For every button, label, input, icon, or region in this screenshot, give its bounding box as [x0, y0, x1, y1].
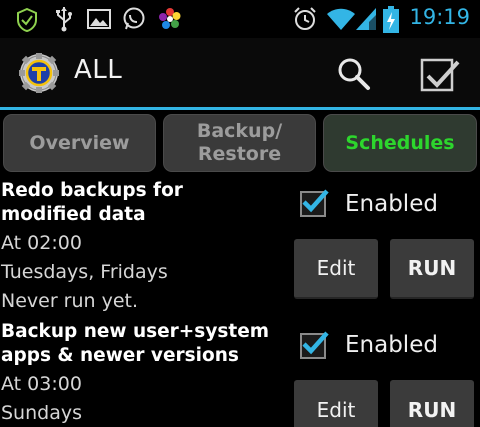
titanium-backup-logo[interactable] [19, 53, 59, 97]
schedule-last-run: Never run yet. [1, 290, 139, 312]
schedule-title[interactable]: Backup new user+system apps & newer vers… [1, 320, 276, 368]
run-button-label: RUN [407, 398, 457, 422]
enabled-checkbox[interactable] [300, 331, 329, 359]
battery-charging-icon [383, 6, 399, 38]
tab-label: Overview [29, 131, 130, 154]
schedule-time: At 02:00 [1, 232, 82, 254]
edit-button[interactable]: Edit [294, 380, 378, 427]
run-button-label: RUN [407, 256, 457, 280]
checkmark-icon [302, 331, 329, 355]
run-button[interactable]: RUN [390, 239, 474, 299]
schedule-title[interactable]: Redo backups for modified data [1, 179, 276, 227]
flower-app-icon [158, 7, 182, 35]
whatsapp-icon [122, 7, 146, 35]
tab-backup-restore[interactable]: Backup/ Restore [163, 114, 316, 172]
edit-button[interactable]: Edit [294, 239, 378, 299]
status-bar: 19:19 [0, 0, 480, 38]
usb-icon [55, 6, 73, 36]
enabled-label[interactable]: Enabled [345, 191, 438, 217]
enabled-label[interactable]: Enabled [345, 332, 438, 358]
enabled-checkbox[interactable] [300, 189, 329, 217]
alarm-icon [292, 6, 318, 36]
tab-label: Backup/ Restore [196, 120, 283, 165]
edit-button-label: Edit [316, 256, 356, 280]
action-bar-divider [0, 107, 480, 110]
batch-check-icon[interactable] [420, 56, 460, 98]
action-bar: ALL [0, 38, 480, 107]
edit-button-label: Edit [316, 398, 356, 422]
picture-icon [87, 9, 111, 33]
tab-label: Schedules [345, 131, 455, 154]
tab-overview[interactable]: Overview [3, 114, 156, 172]
search-icon[interactable] [336, 56, 372, 96]
checkmark-icon [302, 189, 329, 213]
wifi-icon [326, 7, 356, 35]
shield-icon [16, 7, 38, 36]
signal-icon [355, 7, 377, 35]
schedule-days: Tuesdays, Fridays [1, 261, 168, 283]
schedule-days: Sundays [1, 402, 82, 424]
app-title[interactable]: ALL [74, 55, 122, 85]
schedule-time: At 03:00 [1, 373, 82, 395]
run-button[interactable]: RUN [390, 380, 474, 427]
clock-time: 19:19 [409, 5, 470, 29]
tab-schedules[interactable]: Schedules [323, 114, 477, 172]
